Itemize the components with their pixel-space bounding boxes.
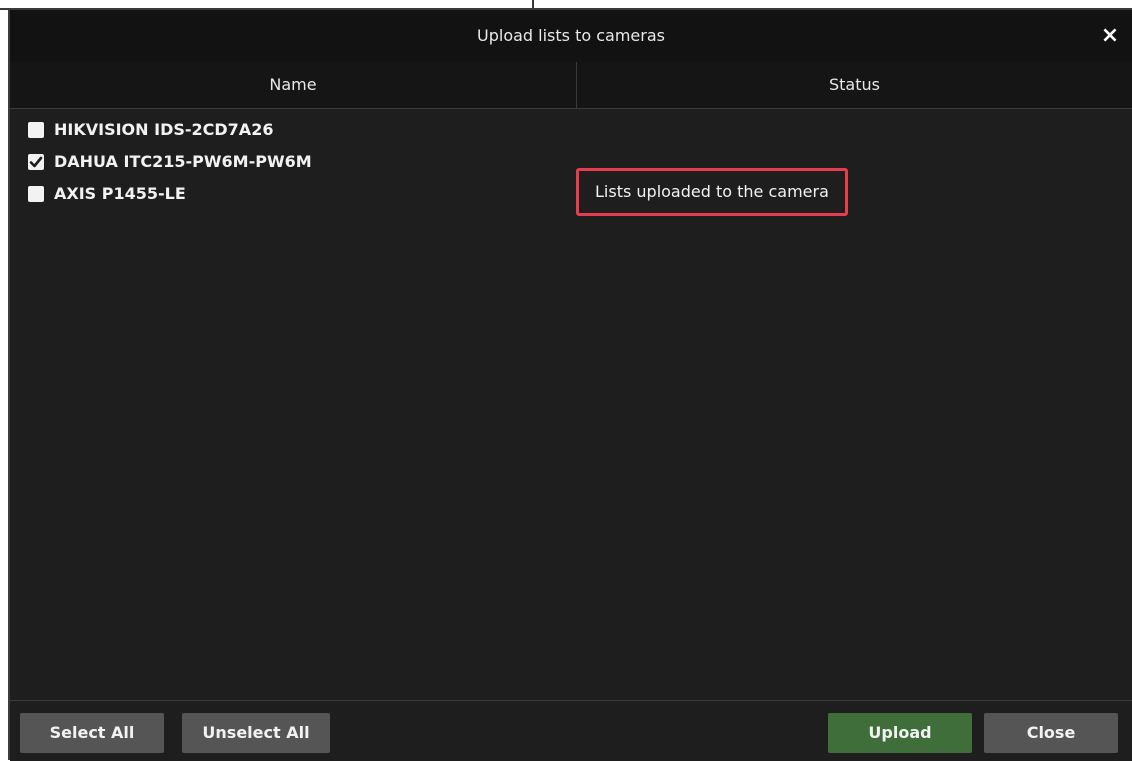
close-button[interactable]: Close	[984, 713, 1118, 753]
dialog-title: Upload lists to cameras	[477, 26, 665, 45]
top-strip-divider	[532, 0, 534, 10]
top-strip	[0, 0, 1132, 10]
camera-checkbox[interactable]	[28, 122, 44, 138]
camera-name: AXIS P1455-LE	[54, 184, 186, 203]
table-row[interactable]: HIKVISION IDS-2CD7A26	[10, 114, 1132, 146]
camera-checkbox-checked[interactable]	[28, 154, 44, 170]
table-row[interactable]: DAHUA ITC215-PW6M-PW6M Lists uploaded to…	[10, 146, 1132, 216]
close-icon[interactable]: ×	[1096, 22, 1124, 50]
table-row[interactable]: AXIS P1455-LE	[10, 178, 1132, 210]
camera-checkbox[interactable]	[28, 186, 44, 202]
column-header-status[interactable]: Status	[577, 62, 1132, 108]
upload-lists-dialog: Upload lists to cameras × Name Status HI…	[8, 10, 1132, 761]
camera-name: DAHUA ITC215-PW6M-PW6M	[54, 152, 312, 171]
select-all-button[interactable]: Select All	[20, 713, 164, 753]
table-header: Name Status	[10, 62, 1132, 109]
camera-name: HIKVISION IDS-2CD7A26	[54, 120, 274, 139]
unselect-all-button[interactable]: Unselect All	[182, 713, 330, 753]
upload-button[interactable]: Upload	[828, 713, 972, 753]
dialog-titlebar: Upload lists to cameras ×	[10, 10, 1132, 62]
column-header-name[interactable]: Name	[10, 62, 577, 108]
checkmark-icon	[29, 156, 43, 168]
dialog-footer: Select All Unselect All Upload Close	[10, 700, 1132, 761]
